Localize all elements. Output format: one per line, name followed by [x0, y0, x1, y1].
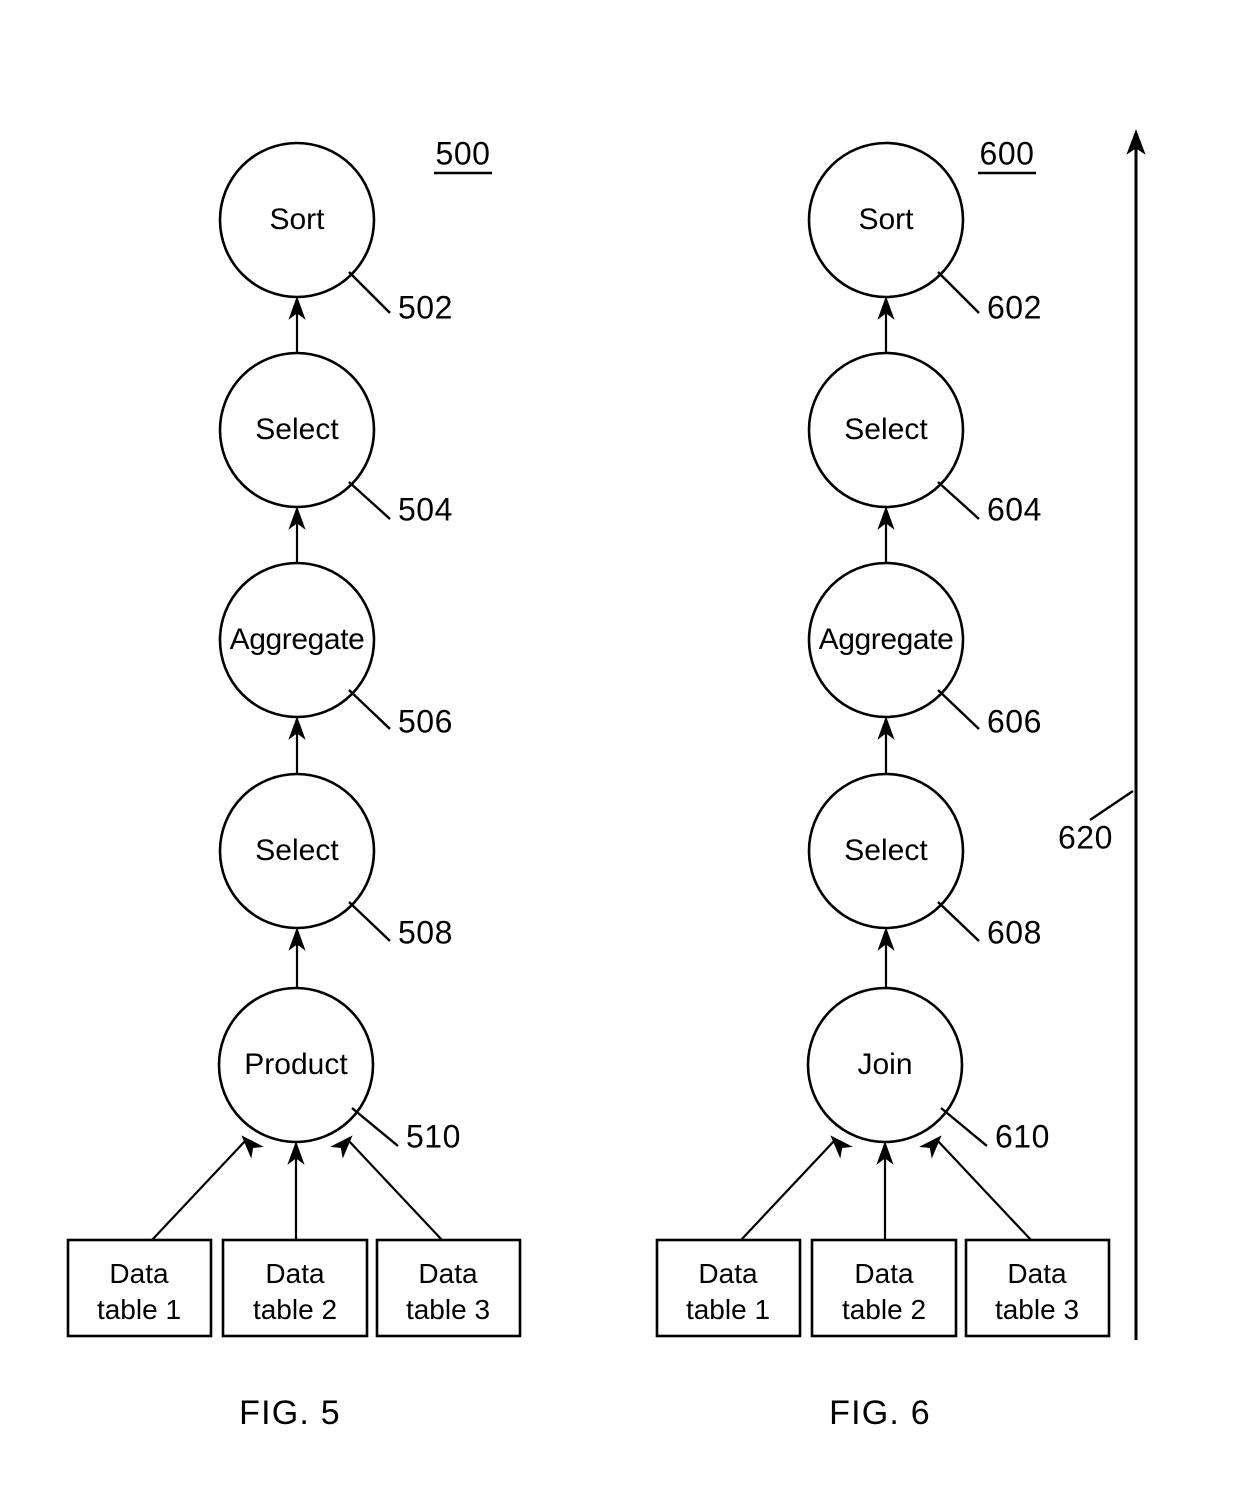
ref-number-510: 510 — [406, 1118, 461, 1154]
node-label-join-610: Join — [857, 1048, 912, 1081]
leader-608 — [937, 901, 980, 942]
node-label-select-508: Select — [255, 834, 339, 867]
arrowhead-table3-to-product510 — [330, 1135, 353, 1159]
data-table-1-line2: table 1 — [97, 1294, 181, 1325]
leader-504 — [348, 481, 391, 520]
figure-6: 600 Sort 602 Select 604 Aggregate 606 Se… — [655, 129, 1146, 1432]
leader-604 — [937, 481, 980, 520]
node-label-select-504: Select — [255, 413, 339, 446]
leader-606 — [937, 689, 980, 730]
ref-number-502: 502 — [398, 289, 453, 325]
data-table-3-line2: table 3 — [406, 1294, 490, 1325]
edge-table1-to-product510 — [151, 1139, 247, 1241]
ref-number-606: 606 — [987, 703, 1042, 739]
node-label-select-608: Select — [844, 834, 928, 867]
edge-table1-to-join610 — [740, 1139, 836, 1241]
patent-figure-canvas: 500 Sort 502 Select 504 Aggregate 506 Se… — [66, 129, 1146, 1432]
data-table-1-line1: Data — [109, 1258, 169, 1289]
arrowhead-table1-to-join610 — [830, 1135, 853, 1159]
ref-number-504: 504 — [398, 491, 453, 527]
data-table-2-line2: table 2 — [253, 1294, 337, 1325]
ref-number-608: 608 — [987, 914, 1042, 950]
figure-caption-5: FIG. 5 — [239, 1394, 341, 1432]
node-label-product-510: Product — [244, 1048, 348, 1081]
data-table-3-line1: Data — [418, 1258, 478, 1289]
ref-number-604: 604 — [987, 491, 1042, 527]
data-table-3-line1-fig6: Data — [1007, 1258, 1067, 1289]
arrowhead-table3-to-join610 — [919, 1135, 942, 1159]
ref-number-602: 602 — [987, 289, 1042, 325]
figure-number-500: 500 — [436, 135, 491, 171]
data-table-2-line1-fig6: Data — [854, 1258, 914, 1289]
figure-sheet: 500 Sort 502 Select 504 Aggregate 506 Se… — [0, 0, 1240, 1492]
figure-caption-6: FIG. 6 — [829, 1394, 931, 1432]
edge-table3-to-join610 — [936, 1139, 1032, 1241]
node-label-aggregate-606: Aggregate — [819, 623, 954, 656]
leader-510 — [351, 1107, 399, 1147]
figure-5: 500 Sort 502 Select 504 Aggregate 506 Se… — [66, 135, 522, 1432]
figure-number-600: 600 — [980, 135, 1035, 171]
ref-number-610: 610 — [995, 1118, 1050, 1154]
arrowhead-table1-to-product510 — [241, 1135, 264, 1159]
data-table-1-line1-fig6: Data — [698, 1258, 758, 1289]
leader-508 — [348, 901, 391, 942]
node-label-sort-502: Sort — [269, 203, 325, 236]
leader-602 — [937, 271, 980, 314]
ref-number-506: 506 — [398, 703, 453, 739]
leader-610 — [940, 1107, 988, 1147]
ref-number-508: 508 — [398, 914, 453, 950]
ref-number-620: 620 — [1058, 819, 1113, 855]
edge-table3-to-product510 — [347, 1139, 443, 1241]
data-table-3-line2-fig6: table 3 — [995, 1294, 1079, 1325]
node-label-select-604: Select — [844, 413, 928, 446]
leader-620 — [1089, 790, 1134, 821]
data-table-1-line2-fig6: table 1 — [686, 1294, 770, 1325]
node-label-aggregate-506: Aggregate — [230, 623, 365, 656]
data-table-2-line1: Data — [265, 1258, 325, 1289]
leader-502 — [348, 271, 391, 314]
leader-506 — [348, 689, 391, 730]
data-table-2-line2-fig6: table 2 — [842, 1294, 926, 1325]
node-label-sort-602: Sort — [858, 203, 914, 236]
